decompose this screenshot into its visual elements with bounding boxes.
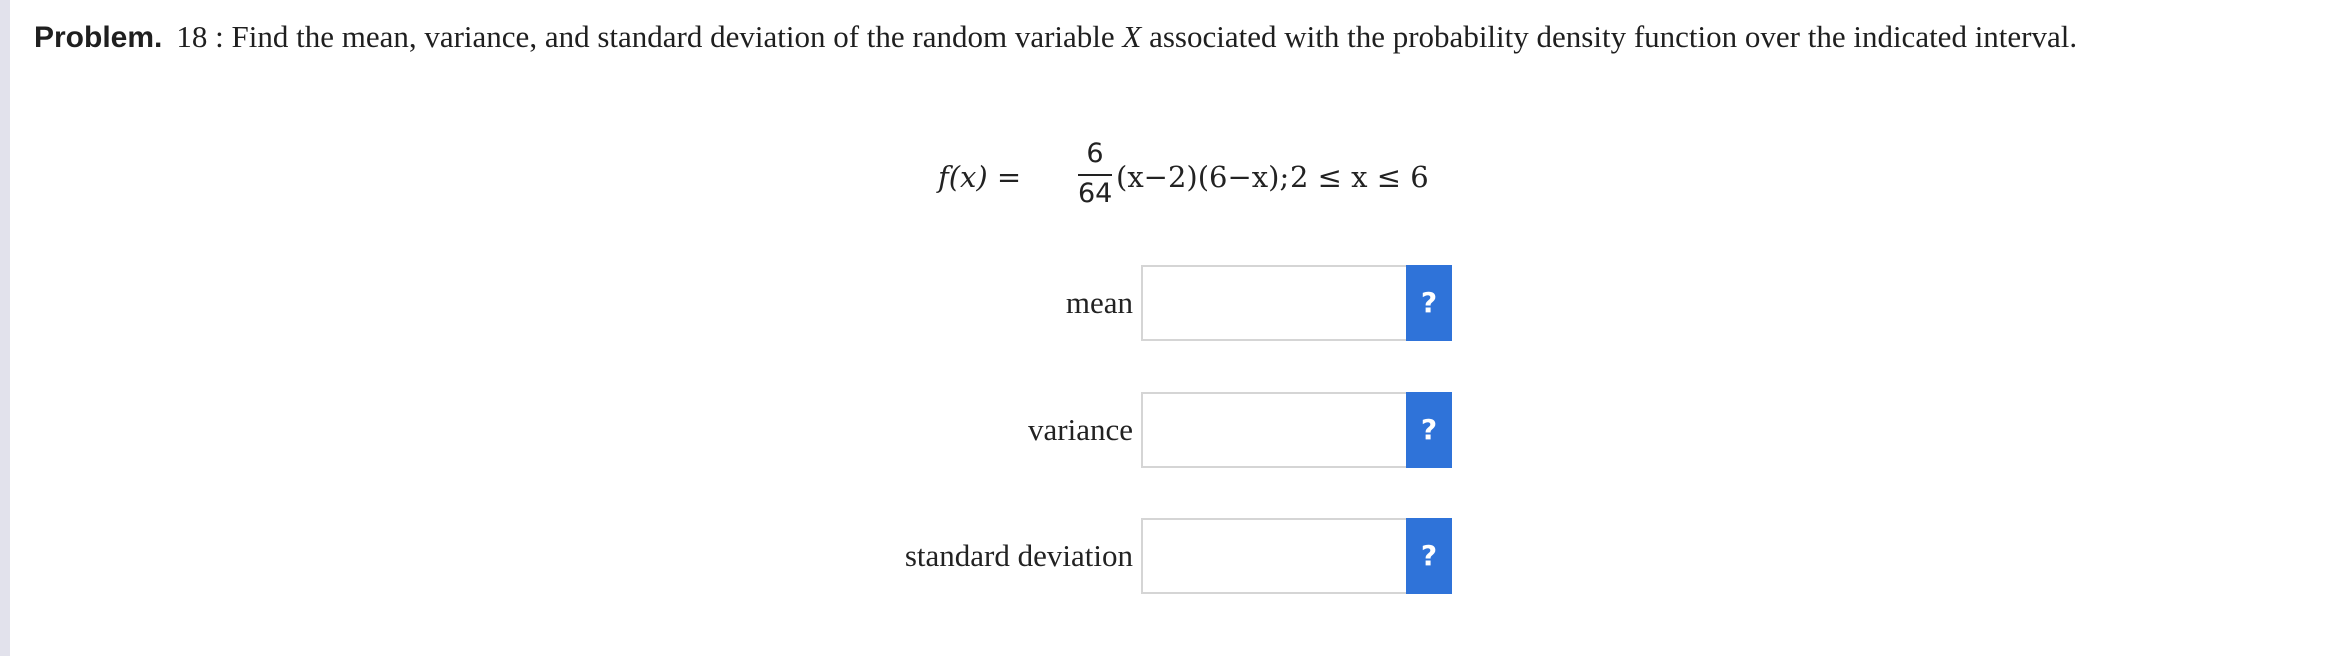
standard-deviation-input[interactable] [1141,518,1430,594]
mean-label: mean [1065,285,1133,320]
formula-fraction: 6 64 [1078,138,1112,210]
fraction-numerator: 6 [1086,138,1104,169]
standard-deviation-label: standard deviation [904,538,1133,573]
variance-input[interactable] [1141,392,1430,468]
problem-text-start: 18 : Find the mean, variance, and standa… [176,19,1123,54]
formula-interval: 2 ≤ x ≤ 6 [1290,160,1429,194]
standard-deviation-row: standard deviation ? [0,518,2340,594]
variance-label: variance [1028,412,1133,447]
problem-text-end: associated with the probability density … [1141,19,2078,54]
fraction-bar [1078,174,1112,176]
formula-lhs: f(x) = [938,160,1022,194]
problem-statement: Problem. 18 : Find the mean, variance, an… [34,12,2294,63]
mean-help-button[interactable]: ? [1406,265,1452,341]
variance-row: variance ? [0,392,2340,468]
mean-row: mean ? [0,265,2340,341]
standard-deviation-help-button[interactable]: ? [1406,518,1452,594]
fraction-denominator: 64 [1078,178,1113,209]
problem-container: Problem. 18 : Find the mean, variance, an… [34,12,2294,63]
problem-variable: X [1122,19,1142,54]
problem-label: Problem. [34,21,163,54]
formula-rhs: (x−2)(6−x); [1116,160,1290,194]
mean-input[interactable] [1141,265,1430,341]
variance-help-button[interactable]: ? [1406,392,1452,468]
